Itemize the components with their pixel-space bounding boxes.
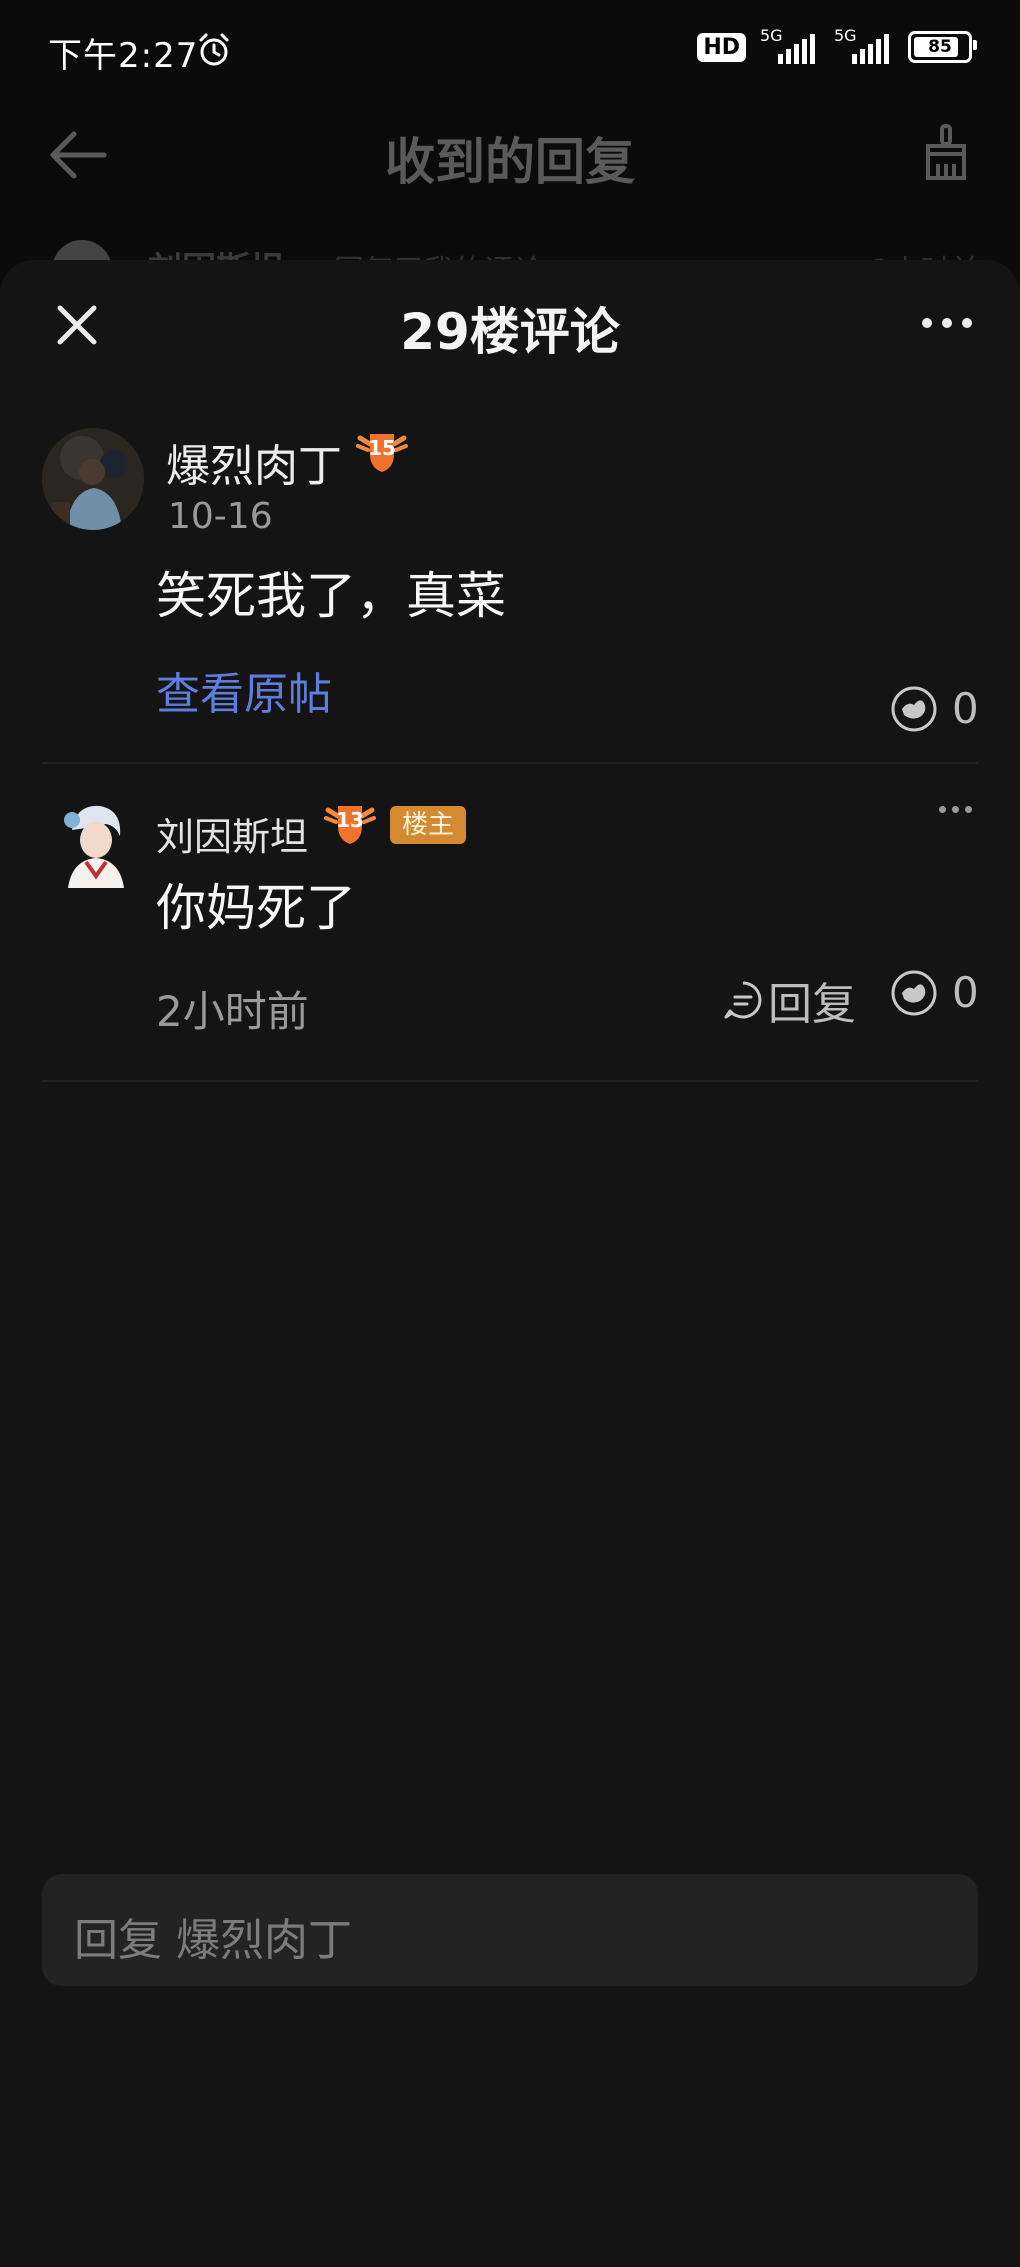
hd-icon: HD [697,32,746,62]
comment-date: 10-16 [168,496,273,537]
reply-input-placeholder: 回复 爆烈肉丁 [74,1915,352,1966]
reply-icon [724,981,762,1019]
battery-level: 85 [928,37,952,57]
sheet-title: 29楼评论 [400,303,620,361]
reply-button[interactable]: 回复 [722,968,856,1032]
more-icon[interactable] [939,806,972,813]
like-icon [891,970,937,1015]
reply-time: 2小时前 [156,987,309,1036]
status-indicators: HD 5G 5G 85 [697,26,977,64]
background-title: 收到的回复 [385,133,635,191]
avatar[interactable] [58,800,134,888]
level-number: 15 [368,436,396,460]
comment-author[interactable]: 爆烈肉丁 [166,430,342,494]
like-icon [891,686,937,731]
network-label-2: 5G [834,26,857,45]
like-count: 0 [952,684,979,733]
status-bar: 下午2:27 HD 5G 5G 85 [0,0,1020,100]
reply-label: 回复 [768,979,856,1030]
signal-icon: 5G [760,26,820,64]
avatar[interactable] [42,428,144,530]
level-number: 13 [336,808,364,832]
owner-tag: 楼主 [390,806,467,844]
view-original-post-link[interactable]: 查看原帖 [156,658,332,722]
avatar-image [58,800,134,888]
comment-text: 笑死我了，真菜 [156,567,506,625]
level-badge-icon: 15 [356,428,408,474]
background-header: 收到的回复 [0,100,1020,210]
reply-author[interactable]: 刘因斯坦 [156,806,308,861]
like-count: 0 [952,968,979,1017]
divider [42,1080,978,1082]
divider [42,762,978,764]
network-label-1: 5G [760,26,783,45]
level-badge-icon: 13 [324,800,376,846]
status-time: 下午2:27 [48,36,199,76]
comment-sheet: 29楼评论 爆烈肉丁 15 10-16 笑死我了，真菜 查看原帖 0 刘因斯坦 … [0,260,1020,2267]
battery-icon: 85 [908,31,977,63]
signal-icon-2: 5G [834,26,894,64]
like-button[interactable]: 0 [890,684,979,733]
alarm-icon [199,33,229,66]
avatar-image [42,428,144,530]
reply-input[interactable]: 回复 爆烈肉丁 [42,1874,978,1986]
broom-icon[interactable] [920,124,972,180]
like-button[interactable]: 0 [890,968,979,1017]
reply-text: 你妈死了 [156,879,356,937]
more-icon[interactable] [922,318,972,328]
